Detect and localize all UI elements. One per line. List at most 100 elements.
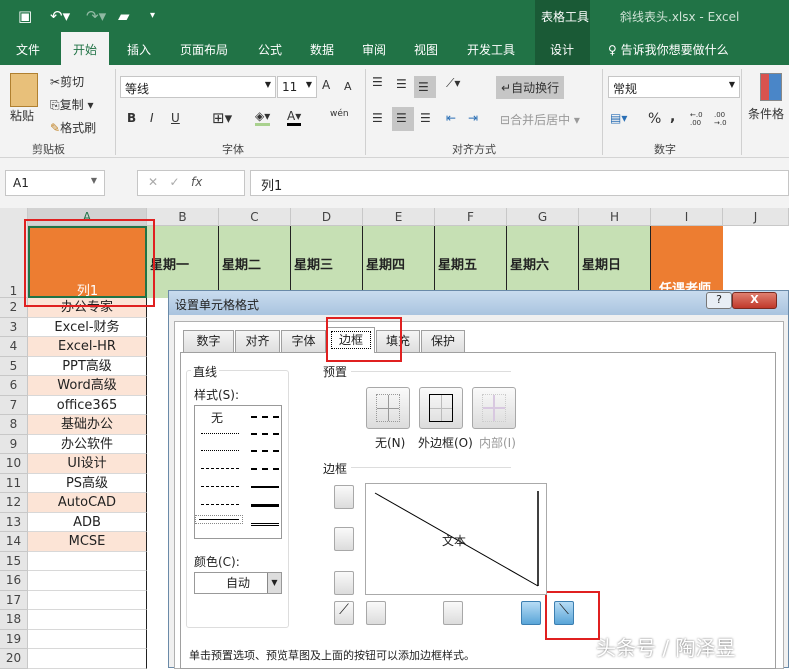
line-style-option[interactable] [251,450,279,452]
dialog-tab-protection[interactable]: 保护 [421,330,465,352]
row-header-14[interactable]: 14 [0,532,28,552]
help-button[interactable]: ? [706,292,732,309]
color-select[interactable]: 自动 ▼ [194,572,282,594]
border-middle-button[interactable] [334,527,354,551]
cell-a[interactable] [28,629,147,649]
line-style-option[interactable] [251,416,279,418]
column-header-F[interactable]: F [435,208,507,226]
column-header-J[interactable]: J [723,208,789,226]
merge-center-button[interactable]: ⊟合并后居中 ▾ [500,111,580,128]
cell-day[interactable]: 星期日 [579,226,651,298]
customize-icon[interactable]: ▾ [150,10,155,21]
close-button[interactable]: X [732,292,777,309]
preset-inside-button[interactable] [472,387,516,429]
border-left-button[interactable] [366,601,386,625]
border-right-button[interactable] [521,601,541,625]
line-style-option[interactable] [251,486,279,488]
line-style-option[interactable] [201,450,239,451]
cell-a[interactable]: Word高级 [28,376,147,396]
row-header-9[interactable]: 9 [0,434,28,454]
tab-design[interactable]: 设计 [550,41,574,58]
fx-icon[interactable]: fx [191,175,202,189]
cell-day[interactable]: 星期二 [219,226,291,298]
tab-view[interactable]: 视图 [414,41,438,58]
cell-a[interactable]: 办公软件 [28,434,147,454]
row-header-6[interactable]: 6 [0,376,28,396]
line-style-none[interactable]: 无 [211,409,223,426]
preset-none-button[interactable] [366,387,410,429]
decrease-indent-icon[interactable]: ⇤ [446,111,456,125]
font-size-select[interactable]: 11 ▼ [277,76,317,98]
cut-button[interactable]: ✂剪切 [50,73,84,90]
row-header-13[interactable]: 13 [0,512,28,532]
line-style-option[interactable] [201,433,239,434]
cell-a[interactable] [28,551,147,571]
format-painter-button[interactable]: ✎格式刷 [50,119,96,136]
save-icon[interactable]: ▣ [18,7,32,25]
currency-icon[interactable]: ▤▾ [610,111,627,125]
row-header-15[interactable]: 15 [0,551,28,571]
line-style-list[interactable]: 无 [194,405,282,539]
border-center-button[interactable] [443,601,463,625]
align-top-icon[interactable]: ☰ [372,75,383,89]
row-header-18[interactable]: 18 [0,610,28,630]
line-style-option[interactable] [251,523,279,526]
row-header-5[interactable]: 5 [0,356,28,376]
line-style-option[interactable] [201,468,239,469]
borders-icon[interactable]: ⊞▾ [212,109,232,127]
grow-font-icon[interactable]: A [322,78,330,92]
column-header-H[interactable]: H [579,208,651,226]
line-style-option-selected[interactable] [195,515,243,524]
bold-button[interactable]: B [127,111,136,125]
tab-home[interactable]: 开始 [61,32,110,65]
cell-day[interactable]: 星期四 [363,226,435,298]
cell-a[interactable]: MCSE [28,532,147,552]
cell-day[interactable]: 星期五 [435,226,507,298]
font-name-select[interactable]: 等线 ▼ [120,76,276,98]
cell-a[interactable] [28,610,147,630]
row-header-10[interactable]: 10 [0,454,28,474]
decrease-decimal-button[interactable]: .00 →.0 [714,111,734,127]
column-header-G[interactable]: G [507,208,579,226]
italic-button[interactable]: I [150,111,154,125]
dialog-tab-number[interactable]: 数字 [183,330,234,352]
percent-button[interactable]: % [648,111,661,127]
cell-a[interactable]: ADB [28,512,147,532]
cell-a[interactable]: UI设计 [28,454,147,474]
conditional-format-button[interactable]: 条件格 [748,105,784,122]
row-header-19[interactable]: 19 [0,629,28,649]
cell-day[interactable]: 星期三 [291,226,363,298]
column-header-B[interactable]: B [147,208,219,226]
line-style-option[interactable] [251,468,279,470]
cell-a[interactable]: AutoCAD [28,493,147,513]
row-header-20[interactable]: 20 [0,649,28,669]
cell-a[interactable]: office365 [28,395,147,415]
enter-icon[interactable]: ✓ [170,175,180,189]
row-header-16[interactable]: 16 [0,571,28,591]
phonetic-button[interactable]: wén [330,109,349,119]
tell-me-box[interactable]: ♀ 告诉我你想要做什么 [608,41,729,58]
increase-indent-icon[interactable]: ⇥ [468,111,478,125]
cell-a[interactable]: 基础办公 [28,415,147,435]
align-bottom-icon[interactable]: ☰ [414,76,436,98]
cell-a[interactable]: PS高级 [28,473,147,493]
formula-input[interactable]: 列1 [250,170,789,196]
tab-insert[interactable]: 插入 [127,41,151,58]
cell-a[interactable]: PPT高级 [28,356,147,376]
cell-i1[interactable]: 任课老师 [651,226,723,298]
row-header-3[interactable]: 3 [0,317,28,337]
cell-a[interactable] [28,649,147,669]
row-header-8[interactable]: 8 [0,415,28,435]
cell-day[interactable]: 星期一 [147,226,219,298]
undo-icon[interactable]: ↶▾ [50,7,70,25]
row-header-11[interactable]: 11 [0,473,28,493]
preset-outline-button[interactable] [419,387,463,429]
tab-page-layout[interactable]: 页面布局 [180,41,228,58]
shrink-font-icon[interactable]: A [344,80,352,93]
align-left-icon[interactable]: ☰ [372,111,383,125]
column-header-I[interactable]: I [651,208,723,226]
line-style-option[interactable] [201,486,239,487]
fill-color-icon[interactable]: ◈▾ [255,109,271,126]
border-preview[interactable]: 文本 [365,483,547,595]
row-header-4[interactable]: 4 [0,337,28,357]
